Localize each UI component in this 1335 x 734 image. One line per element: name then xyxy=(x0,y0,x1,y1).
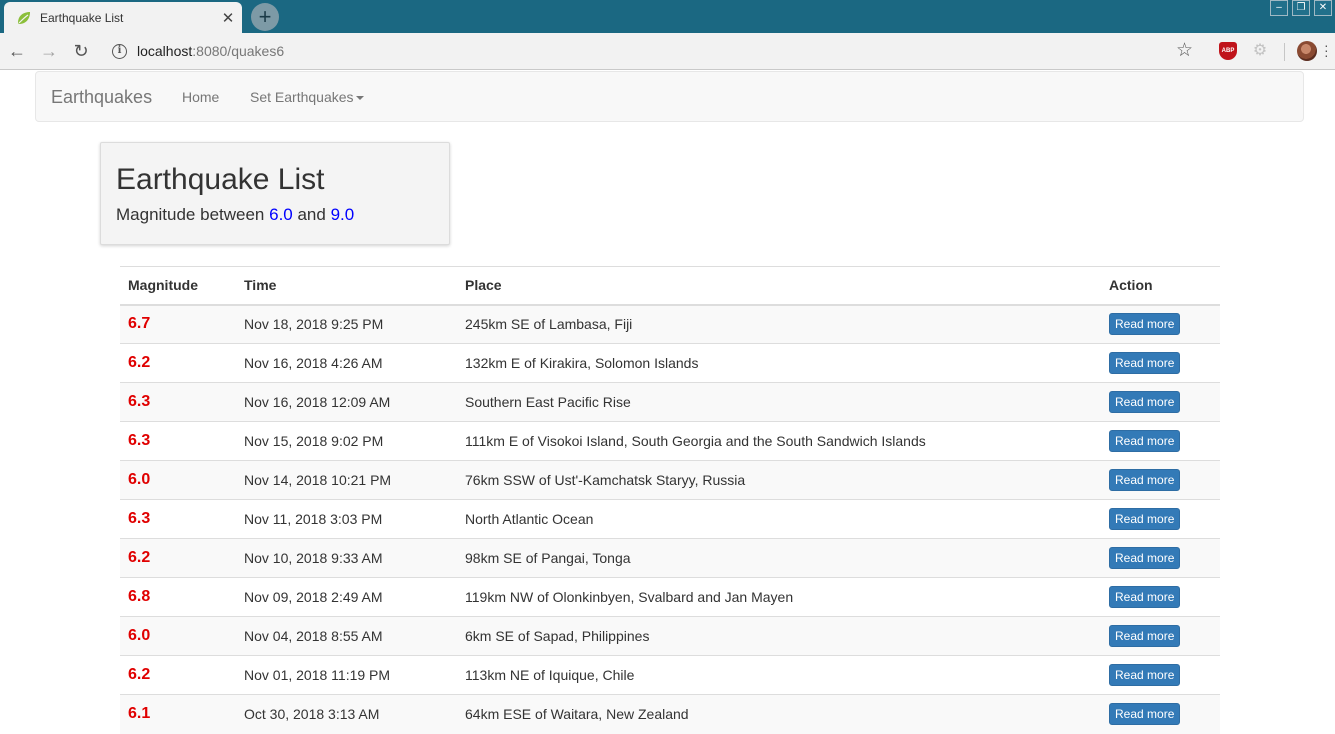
bookmark-star-icon[interactable]: ☆ xyxy=(1176,40,1193,62)
magnitude-value: 6.7 xyxy=(128,315,151,333)
caret-down-icon xyxy=(355,96,364,101)
browser-titlebar: Earthquake List ✕ + – ❐ ✕ xyxy=(0,0,1335,33)
forward-arrow-icon[interactable]: → xyxy=(37,39,61,63)
place-cell: 119km NW of Olonkinbyen, Svalbard and Ja… xyxy=(457,577,1101,617)
place-cell: 132km E of Kirakira, Solomon Islands xyxy=(457,343,1101,383)
place-cell: 111km E of Visokoi Island, South Georgia… xyxy=(457,421,1101,461)
nav-set-earthquakes[interactable]: Set Earthquakes xyxy=(250,89,364,105)
read-more-button[interactable]: Read more xyxy=(1109,586,1181,608)
magnitude-value: 6.2 xyxy=(128,666,151,683)
table-row: 6.8 Nov 09, 2018 2:49 AM 119km NW of Olonk… xyxy=(120,577,1220,617)
back-arrow-icon[interactable]: ← xyxy=(5,39,29,63)
page-title: Earthquake List xyxy=(116,163,325,196)
table-row: 6.3 Nov 11, 2018 3:03 PM North Atlantic Oc… xyxy=(120,499,1220,539)
place-cell: 6km SE of Sapad, Philippines xyxy=(457,616,1101,656)
col-action: Action xyxy=(1101,266,1220,306)
nav-set-earthquakes-label: Set Earthquakes xyxy=(250,89,354,105)
place-cell: Southern East Pacific Rise xyxy=(457,382,1101,422)
time-cell: Nov 04, 2018 8:55 AM xyxy=(236,616,457,656)
tab-title: Earthquake List xyxy=(40,10,124,25)
time-cell: Oct 30, 2018 3:13 AM xyxy=(236,694,457,734)
place-cell: 113km NE of Iquique, Chile xyxy=(457,655,1101,695)
magnitude-value: 6.1 xyxy=(128,705,151,723)
col-time: Time xyxy=(236,266,457,306)
read-more-button[interactable]: Read more xyxy=(1109,508,1181,530)
table-row: 6.0 Nov 14, 2018 10:21 PM 76km SSW of Ust'… xyxy=(120,460,1220,500)
time-cell: Nov 14, 2018 10:21 PM xyxy=(236,460,457,500)
earthquake-table: Magnitude Time Place Action 6.7 Nov 18, 2… xyxy=(120,266,1220,734)
menu-dots-icon[interactable]: · · · xyxy=(1324,38,1329,62)
reload-icon[interactable]: ↻ xyxy=(69,39,93,63)
range-prefix: Magnitude between xyxy=(116,205,270,224)
table-row: 6.2 Nov 01, 2018 11:19 PM 113km NE of Iqui… xyxy=(120,655,1220,695)
new-tab-button[interactable]: + xyxy=(251,3,279,31)
read-more-button[interactable]: Read more xyxy=(1109,313,1181,336)
magnitude-value: 6.3 xyxy=(128,510,151,527)
table-row: 6.3 Nov 16, 2018 12:09 AM Southern East Pa… xyxy=(120,382,1220,422)
time-cell: Nov 16, 2018 12:09 AM xyxy=(236,382,457,422)
window-controls: – ❐ ✕ xyxy=(1266,0,1332,18)
col-place: Place xyxy=(457,266,1101,306)
table-row: 6.2 Nov 10, 2018 9:33 AM 98km SE of Pangai… xyxy=(120,538,1220,578)
address-bar[interactable]: i localhost:8080/quakes6 xyxy=(112,39,284,63)
nav-home[interactable]: Home xyxy=(182,89,219,105)
table-row: 6.0 Nov 04, 2018 8:55 AM 6km SE of Sapad, … xyxy=(120,616,1220,656)
magnitude-value: 6.8 xyxy=(128,588,151,605)
profile-avatar[interactable] xyxy=(1297,41,1317,61)
navbar-brand[interactable]: Earthquakes xyxy=(51,87,152,108)
magnitude-value: 6.2 xyxy=(128,549,151,566)
read-more-button[interactable]: Read more xyxy=(1109,352,1181,374)
browser-toolbar: ← → ↻ i localhost:8080/quakes6 ☆ ABP ⚙ ·… xyxy=(0,33,1335,70)
time-cell: Nov 11, 2018 3:03 PM xyxy=(236,499,457,539)
url-host: localhost xyxy=(137,43,193,59)
time-cell: Nov 09, 2018 2:49 AM xyxy=(236,577,457,617)
time-cell: Nov 18, 2018 9:25 PM xyxy=(236,304,457,344)
time-cell: Nov 10, 2018 9:33 AM xyxy=(236,538,457,578)
magnitude-value: 6.2 xyxy=(128,354,151,371)
extension-icon[interactable]: ⚙ xyxy=(1250,41,1270,61)
spring-leaf-icon xyxy=(18,11,30,24)
place-cell: 245km SE of Lambasa, Fiji xyxy=(457,304,1101,344)
range-min: 6.0 xyxy=(269,205,293,224)
magnitude-value: 6.3 xyxy=(128,432,151,449)
tab-close-icon[interactable]: ✕ xyxy=(218,9,238,27)
place-cell: 76km SSW of Ust'-Kamchatsk Staryy, Russi… xyxy=(457,460,1101,500)
site-navbar: Earthquakes Home Set Earthquakes xyxy=(35,71,1304,122)
range-max: 9.0 xyxy=(330,205,355,224)
table-row: 6.1 Oct 30, 2018 3:13 AM 64km ESE of Waita… xyxy=(120,694,1220,734)
magnitude-value: 6.3 xyxy=(128,393,151,410)
read-more-button[interactable]: Read more xyxy=(1109,547,1181,569)
toolbar-divider xyxy=(1284,43,1285,61)
magnitude-value: 6.0 xyxy=(128,471,151,488)
read-more-button[interactable]: Read more xyxy=(1109,430,1181,452)
read-more-button[interactable]: Read more xyxy=(1109,703,1181,726)
read-more-button[interactable]: Read more xyxy=(1109,469,1181,491)
browser-tab[interactable]: Earthquake List ✕ xyxy=(4,2,242,33)
table-row: 6.2 Nov 16, 2018 4:26 AM 132km E of Kiraki… xyxy=(120,343,1220,383)
table-row: 6.7 Nov 18, 2018 9:25 PM 245km SE of Lamba… xyxy=(120,304,1220,344)
range-mid: and xyxy=(292,205,331,224)
place-cell: 98km SE of Pangai, Tonga xyxy=(457,538,1101,578)
header-panel: Earthquake List Magnitude between 6.0 an… xyxy=(100,142,450,245)
col-magnitude: Magnitude xyxy=(120,266,236,306)
read-more-button[interactable]: Read more xyxy=(1109,391,1181,413)
table-row: 6.3 Nov 15, 2018 9:02 PM 111km E of Visoko… xyxy=(120,421,1220,461)
info-icon[interactable]: i xyxy=(112,43,127,59)
url-path: :8080/quakes6 xyxy=(192,43,285,59)
table-header-row: Magnitude Time Place Action xyxy=(120,266,1220,306)
close-window-icon[interactable]: ✕ xyxy=(1314,0,1332,16)
time-cell: Nov 01, 2018 11:19 PM xyxy=(236,655,457,695)
magnitude-value: 6.0 xyxy=(128,627,151,644)
restore-icon[interactable]: ❐ xyxy=(1292,0,1310,16)
time-cell: Nov 16, 2018 4:26 AM xyxy=(236,343,457,383)
place-cell: 64km ESE of Waitara, New Zealand xyxy=(457,694,1101,734)
time-cell: Nov 15, 2018 9:02 PM xyxy=(236,421,457,461)
minimize-icon[interactable]: – xyxy=(1270,0,1288,16)
adblock-extension-icon[interactable]: ABP xyxy=(1219,42,1237,60)
read-more-button[interactable]: Read more xyxy=(1109,625,1181,647)
place-cell: North Atlantic Ocean xyxy=(457,499,1101,539)
magnitude-range: Magnitude between 6.0 and 9.0 xyxy=(116,205,354,225)
read-more-button[interactable]: Read more xyxy=(1109,664,1181,686)
